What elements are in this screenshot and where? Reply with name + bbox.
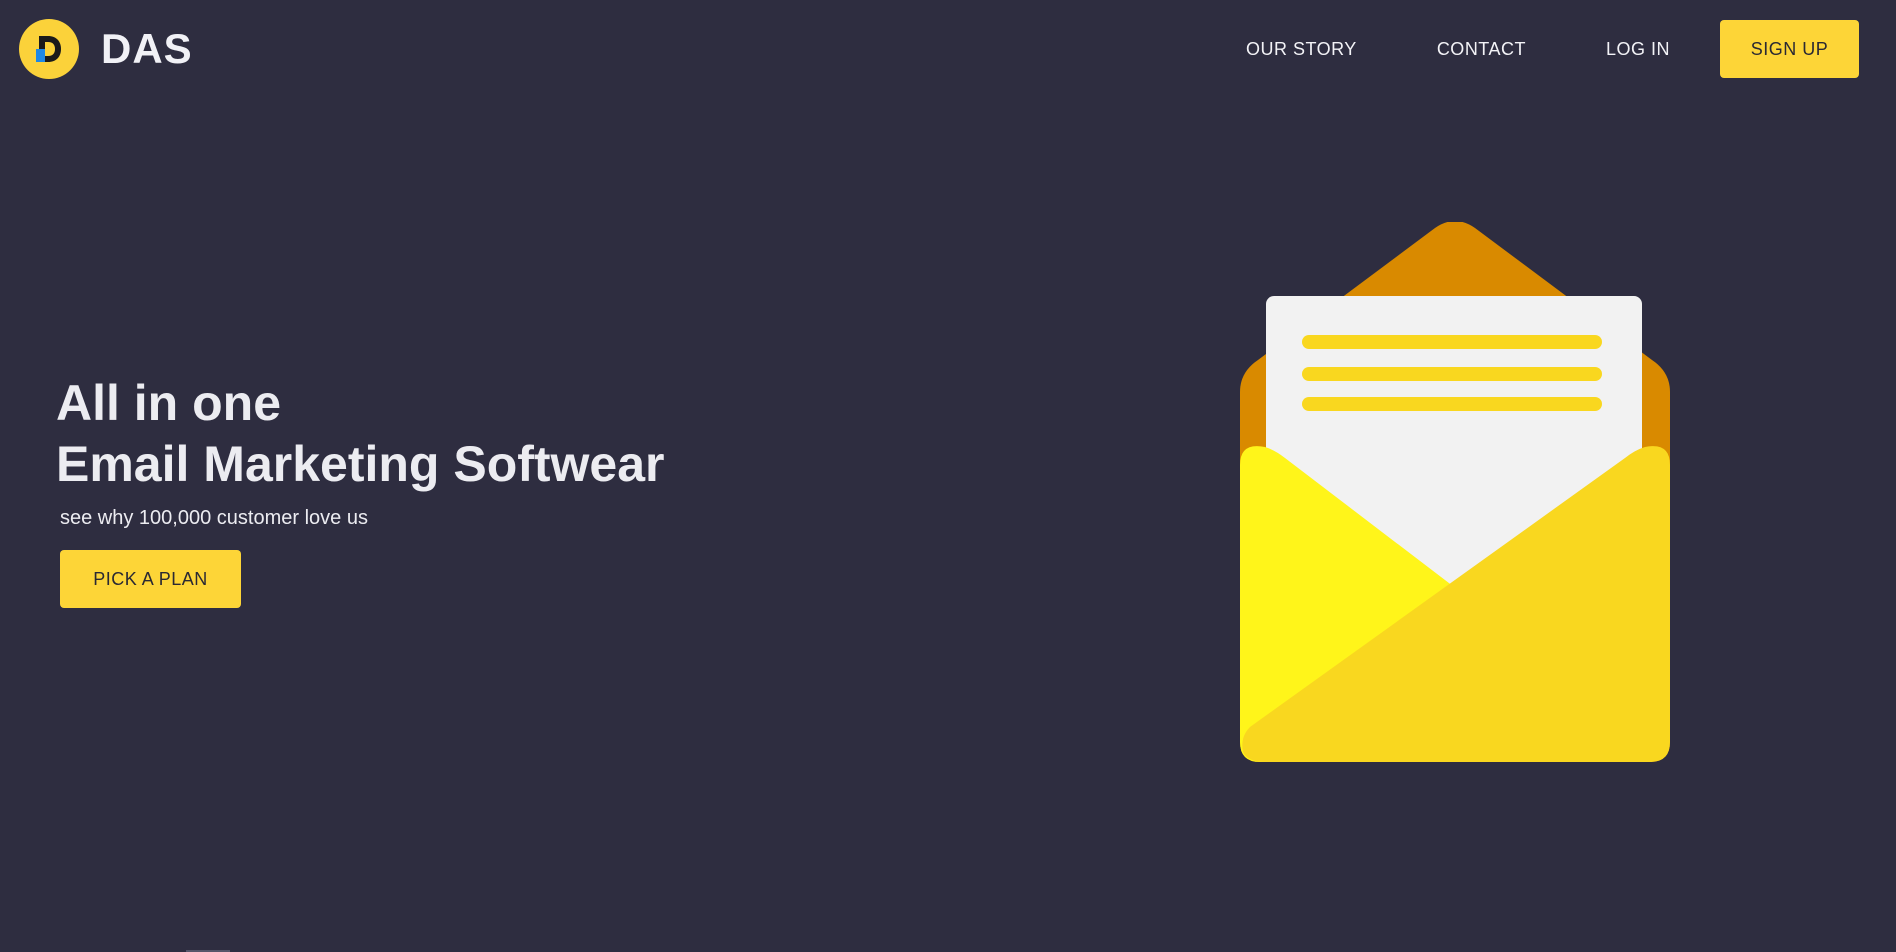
site-header: DAS OUR STORY CONTACT LOG IN SIGN UP bbox=[0, 0, 1896, 100]
logo-icon bbox=[19, 19, 79, 79]
brand-name: DAS bbox=[101, 25, 193, 72]
open-envelope-icon bbox=[1240, 221, 1670, 771]
hero-subtitle: see why 100,000 customer love us bbox=[60, 507, 368, 529]
pick-a-plan-button[interactable]: PICK A PLAN bbox=[60, 550, 241, 608]
nav-contact-link[interactable]: CONTACT bbox=[1437, 39, 1526, 60]
signup-button[interactable]: SIGN UP bbox=[1720, 20, 1859, 78]
nav-login-link[interactable]: LOG IN bbox=[1606, 39, 1670, 60]
hero-title-line1: All in one bbox=[56, 375, 281, 431]
hero-title-line2: Email Marketing Softwear bbox=[56, 436, 665, 492]
brand-logo-link[interactable]: DAS bbox=[19, 19, 193, 79]
nav-our-story-link[interactable]: OUR STORY bbox=[1246, 39, 1357, 60]
hero-title: All in one Email Marketing Softwear bbox=[56, 373, 956, 495]
landing-page: DAS OUR STORY CONTACT LOG IN SIGN UP All… bbox=[0, 0, 1896, 952]
main-nav: OUR STORY CONTACT LOG IN SIGN UP bbox=[1246, 20, 1859, 78]
hero-section: All in one Email Marketing Softwear see … bbox=[56, 373, 956, 608]
